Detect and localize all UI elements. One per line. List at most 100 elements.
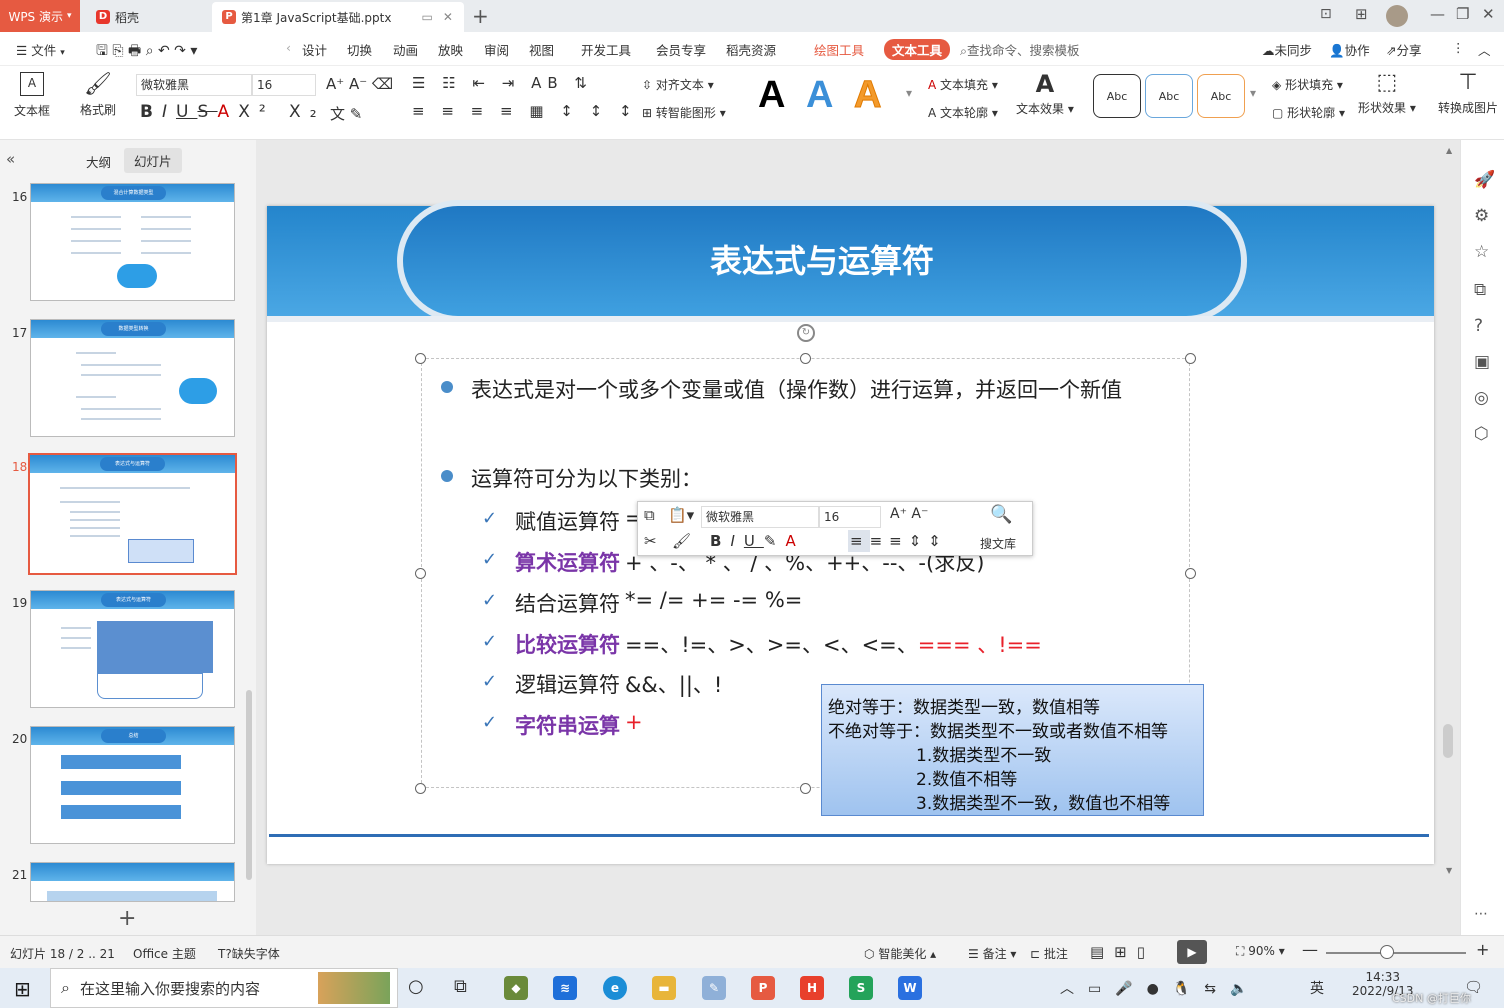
text-style-black[interactable]: A bbox=[758, 74, 785, 117]
edge-icon[interactable]: e bbox=[603, 976, 627, 1000]
command-search[interactable]: ⌕查找命令、搜索模板 bbox=[960, 40, 1080, 59]
align-buttons[interactable]: ≡ ≡ ≡ ≡ ▦ ↕ ↕ ↕ bbox=[412, 102, 638, 120]
font-name-select[interactable]: 微软雅黑 bbox=[136, 74, 252, 96]
close-icon[interactable]: ✕ bbox=[1482, 5, 1495, 23]
menu-animation[interactable]: 动画 bbox=[393, 40, 418, 59]
cut-icon[interactable]: ✂ bbox=[644, 532, 657, 550]
star-icon[interactable]: ☆ bbox=[1474, 242, 1489, 262]
list-buttons[interactable]: ☰ ☷ ⇤ ⇥ AB ⇅ bbox=[412, 74, 593, 92]
textbox-button[interactable]: A 文本框 bbox=[14, 72, 50, 119]
text-style-blue[interactable]: A bbox=[806, 74, 833, 117]
menu-view[interactable]: 视图 bbox=[529, 40, 554, 59]
slide-thumbnail-17[interactable]: 数据类型转换 bbox=[30, 319, 235, 437]
app-icon[interactable]: ✎ bbox=[702, 976, 726, 1000]
shape-fill-button[interactable]: ◈ 形状填充 ▾ bbox=[1272, 76, 1343, 93]
shape-style-more[interactable]: ▾ bbox=[1250, 86, 1256, 100]
menu-draw-tools[interactable]: 绘图工具 bbox=[814, 40, 864, 59]
resize-handle[interactable] bbox=[415, 783, 426, 794]
transition-icon[interactable]: ⧉ bbox=[1474, 280, 1486, 300]
resize-handle[interactable] bbox=[415, 568, 426, 579]
image-icon[interactable]: ▣ bbox=[1474, 352, 1490, 372]
avatar[interactable] bbox=[1386, 5, 1408, 27]
add-slide-button[interactable]: + bbox=[118, 906, 136, 931]
cortana-icon[interactable]: ○ bbox=[408, 976, 424, 997]
menu-slideshow[interactable]: 放映 bbox=[438, 40, 463, 59]
shape-outline-button[interactable]: ▢ 形状轮廓 ▾ bbox=[1272, 104, 1345, 121]
collapse-panel-icon[interactable]: « bbox=[6, 150, 15, 168]
note-box[interactable]: 绝对等于：数据类型一致，数值相等 不绝对等于：数据类型不一致或者数值不相等 1.… bbox=[821, 684, 1204, 816]
rocket-icon[interactable]: 🚀 bbox=[1474, 170, 1495, 190]
play-icon[interactable]: ▶ bbox=[1177, 940, 1207, 964]
theme-name[interactable]: Office 主题 bbox=[133, 945, 196, 962]
menu-member[interactable]: 会员专享 bbox=[656, 40, 706, 59]
wps-sheet-icon[interactable]: S bbox=[849, 976, 873, 1000]
font-size-select[interactable]: 16 bbox=[252, 74, 316, 96]
smart-beautify-button[interactable]: ⬡ 智能美化 ▴ bbox=[864, 945, 936, 962]
mini-style-buttons[interactable]: BIU✎A bbox=[710, 532, 805, 550]
convert-image-button[interactable]: ⊤ 转换成图片 bbox=[1436, 70, 1500, 116]
ime-indicator[interactable]: 英 bbox=[1310, 978, 1324, 998]
collapse-ribbon-icon[interactable]: ︿ bbox=[1478, 40, 1491, 59]
resize-handle[interactable] bbox=[1185, 353, 1196, 364]
quick-access-toolbar[interactable]: 🖫 ⎘ 🖶 ⌕ ↶ ↷ ▾ bbox=[96, 40, 197, 64]
chevron-left-icon[interactable]: ‹ bbox=[286, 40, 291, 55]
menu-daoke-resources[interactable]: 稻壳资源 bbox=[726, 40, 776, 59]
smart-shape-button[interactable]: ⊞ 转智能图形 ▾ bbox=[642, 104, 726, 121]
shape-style-3[interactable]: Abc bbox=[1197, 74, 1245, 118]
box-icon[interactable]: ⬡ bbox=[1474, 424, 1489, 444]
mini-font-select[interactable]: 微软雅黑 bbox=[701, 506, 819, 528]
task-view-icon[interactable]: ⧉ bbox=[454, 976, 467, 997]
tab-document[interactable]: P 第1章 JavaScript基础.pptx ▭ ✕ bbox=[212, 2, 464, 32]
notification-icon[interactable]: 🗨 bbox=[1464, 978, 1483, 996]
search-doc-icon[interactable]: 🔍 bbox=[990, 504, 1012, 525]
compass-icon[interactable]: ◎ bbox=[1474, 388, 1489, 408]
vertical-scrollbar[interactable] bbox=[1443, 724, 1453, 758]
mini-align-buttons[interactable]: ≡≡≡⇕⇕ bbox=[850, 532, 948, 550]
slide-thumbnail-21[interactable] bbox=[30, 862, 235, 902]
minimize-icon[interactable]: — bbox=[1430, 5, 1445, 23]
sliders-icon[interactable]: ⚙ bbox=[1474, 206, 1489, 226]
menu-text-tools[interactable]: 文本工具 bbox=[884, 39, 951, 60]
window-icon[interactable]: ▭ bbox=[421, 10, 432, 24]
slide-thumbnail-16[interactable]: 混合计算数据类型 bbox=[30, 183, 235, 301]
share-button[interactable]: ⇗分享 bbox=[1386, 40, 1422, 59]
menu-transition[interactable]: 切换 bbox=[347, 40, 372, 59]
notes-button[interactable]: ☰ 备注 ▾ bbox=[968, 945, 1016, 962]
more-icon[interactable]: ⋮ bbox=[1452, 40, 1465, 55]
help-icon[interactable]: ? bbox=[1474, 316, 1483, 336]
copy-icon[interactable]: ⧉ bbox=[644, 506, 655, 524]
format-painter-button[interactable]: 🖌 格式刷 bbox=[80, 72, 116, 118]
format-brush-icon[interactable]: 🖌 bbox=[672, 532, 691, 550]
panel-scrollbar[interactable] bbox=[246, 690, 252, 880]
slide-thumbnail-19[interactable]: 表达式与运算符 bbox=[30, 590, 235, 708]
text-effect-button[interactable]: A 文本效果 ▾ bbox=[1016, 70, 1074, 117]
text-fill-button[interactable]: A 文本填充 ▾ bbox=[928, 76, 998, 93]
zoom-control[interactable]: ⛶ 90% ▾ bbox=[1236, 944, 1285, 959]
sync-status[interactable]: ☁未同步 bbox=[1262, 40, 1312, 59]
more-icon[interactable]: ⋯ bbox=[1474, 906, 1488, 922]
align-text-button[interactable]: ⇳ 对齐文本 ▾ bbox=[642, 76, 714, 93]
restore-icon[interactable]: ❐ bbox=[1456, 5, 1469, 23]
zoom-slider[interactable] bbox=[1326, 952, 1466, 954]
tab-outline[interactable]: 大纲 bbox=[86, 152, 111, 171]
shape-style-1[interactable]: Abc bbox=[1093, 74, 1141, 118]
resize-handle[interactable] bbox=[415, 353, 426, 364]
wps-app-tab[interactable]: WPS 演示 ▾ bbox=[0, 0, 80, 32]
text-style-more[interactable]: ▾ bbox=[906, 86, 912, 100]
zoom-slider-thumb[interactable] bbox=[1380, 945, 1394, 959]
resize-handle[interactable] bbox=[800, 783, 811, 794]
view-buttons[interactable]: ▤⊞▯ bbox=[1090, 943, 1155, 961]
mini-size-select[interactable]: 16 bbox=[819, 506, 881, 528]
resize-handle[interactable] bbox=[800, 353, 811, 364]
shape-style-2[interactable]: Abc bbox=[1145, 74, 1193, 118]
hbuilder-icon[interactable]: H bbox=[800, 976, 824, 1000]
menu-design[interactable]: 设计 bbox=[302, 40, 327, 59]
folder-icon[interactable]: ▬ bbox=[652, 976, 676, 1000]
windows-start-icon[interactable]: ⊞ bbox=[14, 977, 31, 1001]
search-library-button[interactable]: 搜文库 bbox=[980, 535, 1016, 552]
tab-slides[interactable]: 幻灯片 bbox=[124, 148, 182, 173]
wps-writer-icon[interactable]: W bbox=[898, 976, 922, 1000]
menu-file[interactable]: ☰ 文件 ▾ bbox=[16, 40, 65, 59]
app-icon[interactable]: ◆ bbox=[504, 976, 528, 1000]
collab-button[interactable]: 👤协作 bbox=[1329, 40, 1370, 59]
